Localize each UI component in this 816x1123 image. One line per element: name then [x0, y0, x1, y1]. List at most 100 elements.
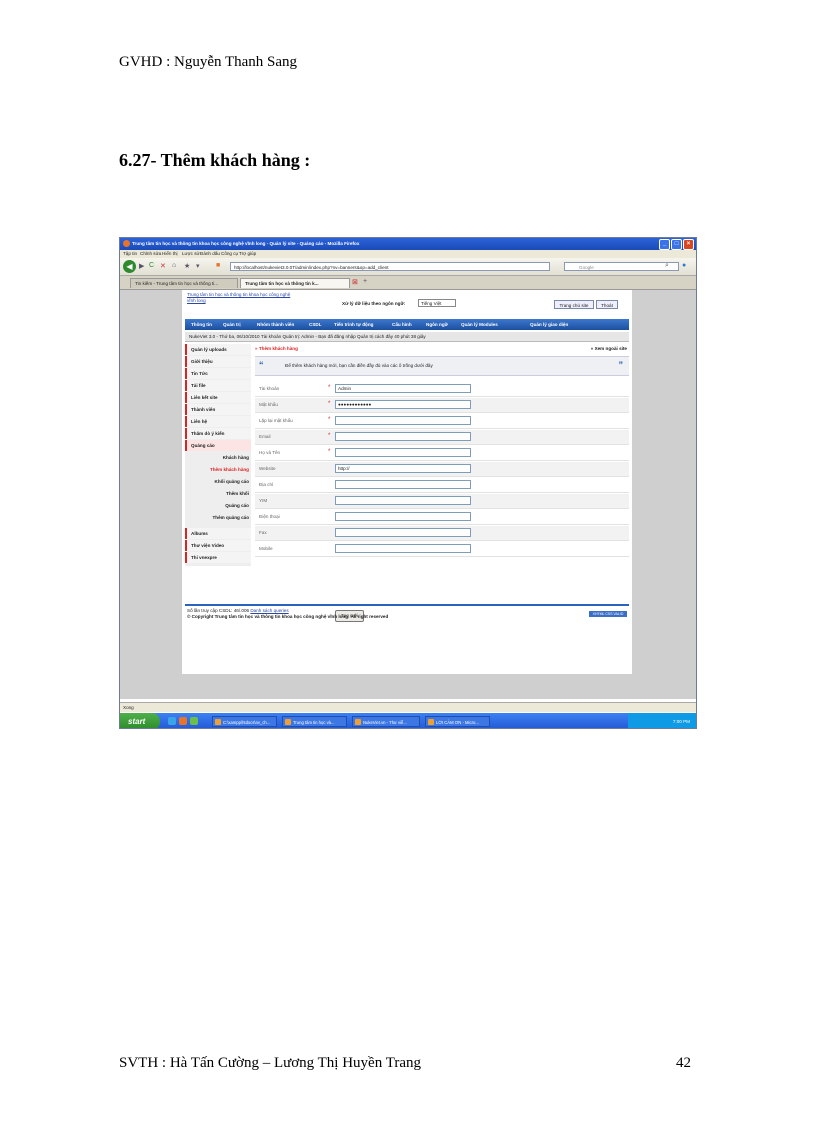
stop-icon[interactable]: ✕: [160, 262, 166, 270]
maximize-icon[interactable]: □: [671, 239, 682, 250]
form-row: Địa chỉ: [255, 478, 629, 493]
taskbar-task[interactable]: Trung tâm tin học và...: [282, 716, 347, 727]
login-info: Tài khoản Quản trị: Admin - Bạn đã đăng …: [261, 334, 426, 339]
home-site-button[interactable]: Trang chủ site: [554, 300, 594, 309]
menu-file[interactable]: Tập tin: [123, 251, 137, 256]
nav-modules[interactable]: Quản lý Modules: [461, 322, 498, 327]
menu-edit[interactable]: Chỉnh sửa: [140, 251, 161, 256]
field-label: Fax: [259, 530, 267, 535]
clock: 7:00 PM: [672, 719, 690, 724]
form-row: Lặp lại mật khẩu *: [255, 414, 629, 429]
start-button[interactable]: start: [120, 713, 160, 728]
username-field[interactable]: Admin: [335, 384, 471, 393]
form-row: Họ và Tên *: [255, 446, 629, 461]
download-icon[interactable]: ▾: [196, 262, 200, 270]
tab-close-icon[interactable]: ⊠: [352, 278, 358, 286]
logout-button[interactable]: Thoát: [596, 300, 618, 309]
back-icon[interactable]: ◀: [123, 260, 136, 273]
nav-cron[interactable]: Tiến trình tự động: [334, 322, 373, 327]
fullname-field[interactable]: [335, 448, 471, 457]
menu-tools[interactable]: Công cụ: [221, 251, 238, 256]
search-icon[interactable]: ⌕: [665, 262, 669, 270]
ie-icon[interactable]: [168, 717, 176, 725]
sidebar-item[interactable]: Albums: [185, 528, 251, 539]
nav-config[interactable]: Cấu hình: [392, 322, 412, 327]
sidebar-item[interactable]: Thư viện Video: [185, 540, 251, 551]
footer-queries: Số lần truy cập CSDL: 46/.006 Danh sách …: [187, 608, 289, 613]
windows-taskbar: start C:\xampp\htdocs\nv_ch... Trung tâm…: [120, 713, 696, 728]
fax-field[interactable]: [335, 528, 471, 537]
copyright: © Copyright Trung tâm tin học và thông t…: [187, 614, 389, 619]
menu-bookmarks[interactable]: Đánh dấu: [200, 251, 220, 256]
menu-history[interactable]: Lược sử: [182, 251, 200, 256]
reload-icon[interactable]: C: [149, 262, 154, 269]
nav-language[interactable]: Ngôn ngữ: [426, 322, 448, 327]
admin-site: Trung tâm tin học và thông tin khoa học …: [182, 290, 632, 674]
sidebar-item[interactable]: Thi vnexpre: [185, 552, 251, 563]
field-label: Website: [259, 466, 276, 471]
nav-member-groups[interactable]: Nhóm thành viên: [257, 322, 294, 327]
minimize-icon[interactable]: _: [659, 239, 670, 250]
page-header: GVHD : Nguyễn Thanh Sang: [119, 54, 298, 70]
url-bar[interactable]: http://localhost/nukeviet3.0.0T/admin/in…: [230, 262, 550, 271]
nav-themes[interactable]: Quản lý giao diện: [530, 322, 568, 327]
firefox-icon: [123, 240, 130, 247]
admin-sidebar: Quản lý uploads Giới thiệu Tin Tức Tải f…: [185, 344, 251, 566]
queries-link[interactable]: Danh sách queries: [250, 608, 288, 613]
sidebar-item[interactable]: Tải file: [185, 380, 251, 391]
sidebar-item[interactable]: Quản lý uploads: [185, 344, 251, 355]
close-icon[interactable]: ×: [683, 239, 694, 250]
taskbar-task[interactable]: C:\xampp\htdocs\nv_ch...: [212, 716, 277, 727]
page-footer-authors: SVTH : Hà Tấn Cường – Lương Thị Huyền Tr…: [119, 1055, 421, 1071]
sidebar-sub-item[interactable]: Khách hàng: [185, 455, 251, 460]
sidebar-item[interactable]: Liên kết site: [185, 392, 251, 403]
site-logo[interactable]: Trung tâm tin học và thông tin khoa học …: [187, 292, 297, 304]
sidebar-item[interactable]: Liên hệ: [185, 416, 251, 427]
confirm-password-field[interactable]: [335, 416, 471, 425]
nav-admin[interactable]: Quản trị: [223, 322, 241, 327]
browser-statusbar: Xong: [120, 702, 696, 712]
firefox-quick-icon[interactable]: [179, 717, 187, 725]
phone-field[interactable]: [335, 512, 471, 521]
form-row: Mobile: [255, 542, 629, 557]
desktop-icon[interactable]: [190, 717, 198, 725]
mobile-field[interactable]: [335, 544, 471, 553]
email-field[interactable]: [335, 432, 471, 441]
password-field[interactable]: ●●●●●●●●●●●●: [335, 400, 471, 409]
website-field[interactable]: http://: [335, 464, 471, 473]
addon-icon[interactable]: ●: [682, 262, 686, 269]
bookmark-icon[interactable]: ★: [184, 262, 190, 270]
tab-search[interactable]: Tin kiếm - Trung tâm tin học và thông ti…: [130, 278, 238, 288]
home-icon[interactable]: ⌂: [172, 262, 176, 269]
sidebar-item[interactable]: Thăm dò ý kiến: [185, 428, 251, 439]
sidebar-sub-item-active[interactable]: Thêm khách hàng: [185, 467, 251, 472]
nav-info[interactable]: Thông tin: [191, 322, 212, 327]
yim-field[interactable]: [335, 496, 471, 505]
taskbar-task[interactable]: NukeViet.vn - Thư viễ...: [352, 716, 420, 727]
sidebar-item[interactable]: Tin Tức: [185, 368, 251, 379]
screenshot-figure: Trung tâm tin học và thông tin khoa học …: [119, 237, 697, 729]
menu-help[interactable]: Trợ giúp: [239, 251, 256, 256]
address-field[interactable]: [335, 480, 471, 489]
sidebar-item[interactable]: Thành viên: [185, 404, 251, 415]
nav-database[interactable]: CSDL: [309, 322, 322, 327]
taskbar-task[interactable]: LỜI CẢM ƠN - Micro...: [425, 716, 490, 727]
note-text: Để thêm khách hàng mới, bạn cần điền đầy…: [285, 363, 433, 368]
menu-view[interactable]: Hiển thị: [162, 251, 178, 256]
language-select[interactable]: Tiếng Việt: [418, 299, 456, 307]
sidebar-sub-item[interactable]: Quảng cáo: [185, 503, 251, 508]
sidebar-item[interactable]: Giới thiệu: [185, 356, 251, 367]
sidebar-item-active[interactable]: Quảng cáo: [185, 440, 251, 451]
sidebar-sub-item[interactable]: Thêm khối: [185, 491, 251, 496]
window-titlebar: Trung tâm tin học và thông tin khoa học …: [120, 238, 696, 250]
required-mark: *: [328, 401, 331, 407]
admin-info-bar: NukeViet 3.0 - Thứ ba, 06/10/2010 Tài kh…: [185, 332, 629, 342]
search-input[interactable]: Google: [564, 262, 679, 271]
forward-icon[interactable]: ▶: [139, 262, 144, 270]
sidebar-sub-item[interactable]: Khối quảng cáo: [185, 479, 251, 484]
site-icon: ■: [216, 262, 221, 269]
sidebar-sub-item[interactable]: Thêm quảng cáo: [185, 515, 251, 520]
tab-active[interactable]: Trung tâm tin học và thông tin k...: [240, 278, 350, 288]
new-tab-icon[interactable]: +: [363, 278, 367, 285]
view-site-link[interactable]: » Xem ngoài site: [591, 346, 627, 351]
